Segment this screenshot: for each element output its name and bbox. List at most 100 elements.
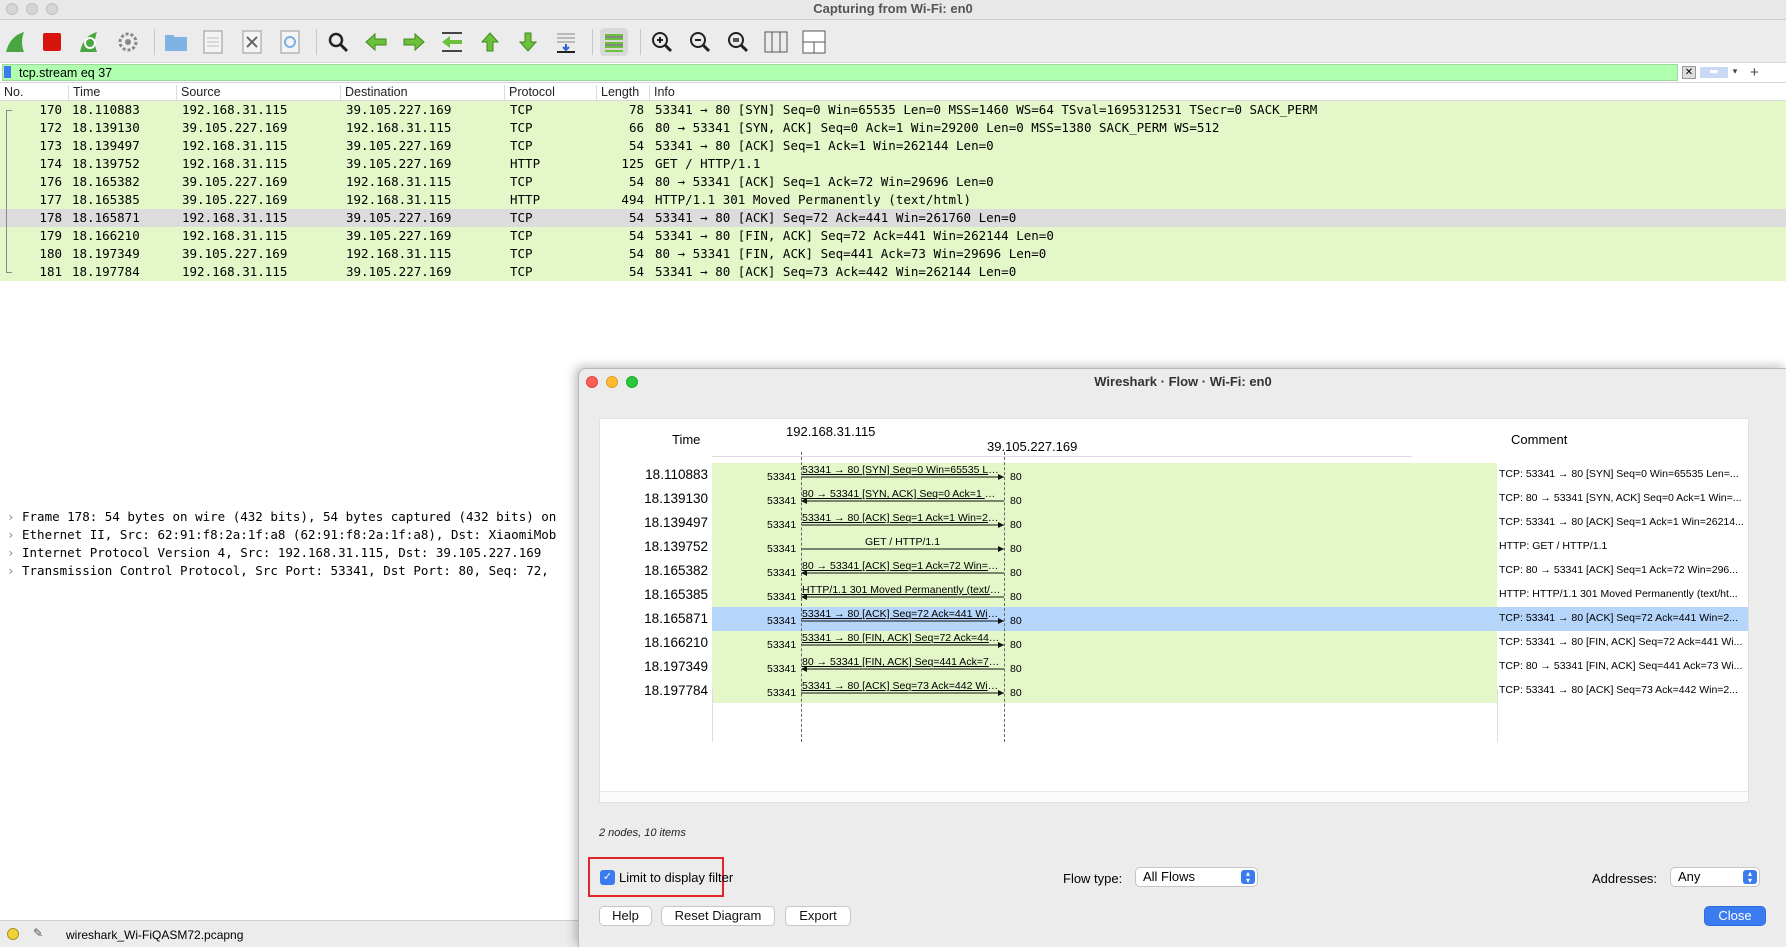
zoom-out-icon[interactable] [686, 28, 714, 56]
disclosure-chevron-icon[interactable]: › [0, 544, 22, 562]
reset-diagram-button[interactable]: Reset Diagram [661, 906, 775, 926]
packet-cell-info: 53341 → 80 [FIN, ACK] Seq=72 Ack=441 Win… [655, 228, 1054, 243]
limit-to-display-filter-label[interactable]: Limit to display filter [619, 870, 733, 885]
column-header-protocol[interactable]: Protocol [504, 85, 555, 100]
reload-icon[interactable] [276, 28, 304, 56]
flow-node-a-label: 192.168.31.115 [786, 424, 876, 439]
column-header-destination[interactable]: Destination [340, 85, 408, 100]
packet-row[interactable]: 173 18.139497 192.168.31.115 39.105.227.169… [0, 137, 1786, 155]
flow-comment: TCP: 53341 → 80 [ACK] Seq=1 Ack=1 Win=26… [1499, 516, 1744, 528]
last-packet-icon[interactable] [514, 28, 542, 56]
filter-history-chevron-icon[interactable]: ▾ [1729, 66, 1741, 79]
flow-dst-port: 80 [1010, 615, 1022, 627]
flow-comment: TCP: 53341 → 80 [SYN] Seq=0 Win=65535 Le… [1499, 468, 1739, 480]
limit-to-display-filter-checkbox[interactable]: ✓ [600, 870, 615, 885]
back-arrow-icon[interactable] [362, 28, 390, 56]
column-header-no[interactable]: No. [0, 85, 23, 100]
flow-comment: TCP: 53341 → 80 [ACK] Seq=73 Ack=442 Win… [1499, 684, 1739, 696]
resize-columns-icon[interactable] [762, 28, 790, 56]
detail-tree-item[interactable]: › Transmission Control Protocol, Src Port… [0, 562, 549, 580]
layout-icon[interactable] [800, 28, 828, 56]
apply-filter-icon[interactable]: ➡ [1700, 67, 1728, 78]
close-file-icon[interactable] [238, 28, 266, 56]
zoom-window-button[interactable] [46, 3, 58, 15]
search-icon[interactable] [324, 28, 352, 56]
flow-minimize-window-button[interactable] [606, 376, 618, 388]
node-a-lifeline [801, 452, 802, 742]
horizontal-scrollbar[interactable] [600, 791, 1748, 802]
packet-row[interactable]: 178 18.165871 192.168.31.115 39.105.227.169… [0, 209, 1786, 227]
bookmark-icon[interactable] [4, 66, 11, 78]
packet-row[interactable]: 174 18.139752 192.168.31.115 39.105.227.169… [0, 155, 1786, 173]
detail-tree-item[interactable]: › Frame 178: 54 bytes on wire (432 bits),… [0, 508, 556, 526]
comment-edit-icon[interactable]: ✎ [33, 926, 43, 940]
packet-cell-dst: 192.168.31.115 [346, 192, 452, 207]
detail-tree-item[interactable]: › Ethernet II, Src: 62:91:f8:2a:1f:a8 (62… [0, 526, 556, 544]
column-header-info[interactable]: Info [649, 85, 675, 100]
flow-header-divider [712, 456, 1412, 457]
packet-row[interactable]: 176 18.165382 39.105.227.169 192.168.31.115… [0, 173, 1786, 191]
goto-packet-icon[interactable] [438, 28, 466, 56]
packet-row[interactable]: 181 18.197784 192.168.31.115 39.105.227.169… [0, 263, 1786, 281]
packet-cell-src: 192.168.31.115 [182, 210, 288, 225]
add-filter-button[interactable]: + [1750, 64, 1759, 81]
zoom-reset-icon[interactable] [724, 28, 752, 56]
addresses-select[interactable]: Any ▴ ▾ [1670, 867, 1760, 887]
forward-arrow-icon[interactable] [400, 28, 428, 56]
save-file-icon[interactable] [199, 28, 227, 56]
flow-dst-port: 80 [1010, 519, 1022, 531]
column-header-source[interactable]: Source [176, 85, 221, 100]
packet-cell-src: 192.168.31.115 [182, 156, 288, 171]
packet-row[interactable]: 177 18.165385 39.105.227.169 192.168.31.115… [0, 191, 1786, 209]
export-button[interactable]: Export [785, 906, 851, 926]
first-packet-icon[interactable] [476, 28, 504, 56]
restart-icon[interactable] [75, 28, 103, 56]
display-filter-input[interactable] [2, 64, 1678, 81]
packet-row[interactable]: 180 18.197349 39.105.227.169 192.168.31.115… [0, 245, 1786, 263]
packet-row[interactable]: 170 18.110883 192.168.31.115 39.105.227.169… [0, 101, 1786, 119]
clear-filter-icon[interactable]: ✕ [1682, 66, 1696, 79]
column-header-time[interactable]: Time [68, 85, 100, 100]
colorize-icon[interactable] [600, 28, 628, 56]
packet-row[interactable]: 179 18.166210 192.168.31.115 39.105.227.169… [0, 227, 1786, 245]
flow-time: 18.139497 [644, 515, 708, 530]
column-header-length[interactable]: Length [596, 85, 639, 100]
disclosure-chevron-icon[interactable]: › [0, 526, 22, 544]
packet-row[interactable]: 172 18.139130 39.105.227.169 192.168.31.115… [0, 119, 1786, 137]
packet-cell-len: 66 [628, 120, 644, 135]
open-folder-icon[interactable] [162, 28, 190, 56]
packet-cell-dst: 39.105.227.169 [346, 228, 452, 243]
gear-icon[interactable] [114, 28, 142, 56]
detail-tree-item[interactable]: › Internet Protocol Version 4, Src: 192.1… [0, 544, 541, 562]
main-toolbar [0, 20, 1786, 63]
zoom-in-icon[interactable] [648, 28, 676, 56]
packet-cell-proto: TCP [510, 120, 533, 135]
flow-type-select[interactable]: All Flows ▴ ▾ [1135, 867, 1258, 887]
flow-type-value: All Flows [1143, 869, 1196, 884]
status-indicator-icon[interactable] [7, 928, 19, 940]
minimize-window-button[interactable] [26, 3, 38, 15]
flow-node-b-label: 39.105.227.169 [987, 439, 1078, 454]
disclosure-chevron-icon[interactable]: › [0, 562, 22, 580]
help-button[interactable]: Help [599, 906, 652, 926]
flow-dst-port: 80 [1010, 639, 1022, 651]
flow-close-window-button[interactable] [586, 376, 598, 388]
stop-icon[interactable] [38, 28, 66, 56]
close-button[interactable]: Close [1704, 906, 1766, 926]
packet-details-pane: › Frame 178: 54 bytes on wire (432 bits),… [0, 500, 580, 920]
disclosure-chevron-icon[interactable]: › [0, 508, 22, 526]
packet-cell-len: 54 [628, 246, 644, 261]
node-b-lifeline [1004, 452, 1005, 742]
flow-arrow-right [801, 522, 1004, 528]
close-window-button[interactable] [6, 3, 18, 15]
flow-summary: 2 nodes, 10 items [599, 827, 686, 839]
main-title-bar: Capturing from Wi-Fi: en0 [0, 0, 1786, 20]
shark-fin-icon[interactable] [2, 28, 30, 56]
flow-src-port: 53341 [767, 471, 797, 483]
autoscroll-icon[interactable] [552, 28, 580, 56]
flow-diagram-canvas[interactable]: Time 192.168.31.115 39.105.227.169 Comme… [599, 418, 1749, 803]
conversation-bracket [6, 110, 12, 273]
flow-zoom-window-button[interactable] [626, 376, 638, 388]
packet-cell-time: 18.197784 [72, 264, 140, 279]
status-file-name: wireshark_Wi-FiQASM72.pcapng [66, 928, 244, 942]
